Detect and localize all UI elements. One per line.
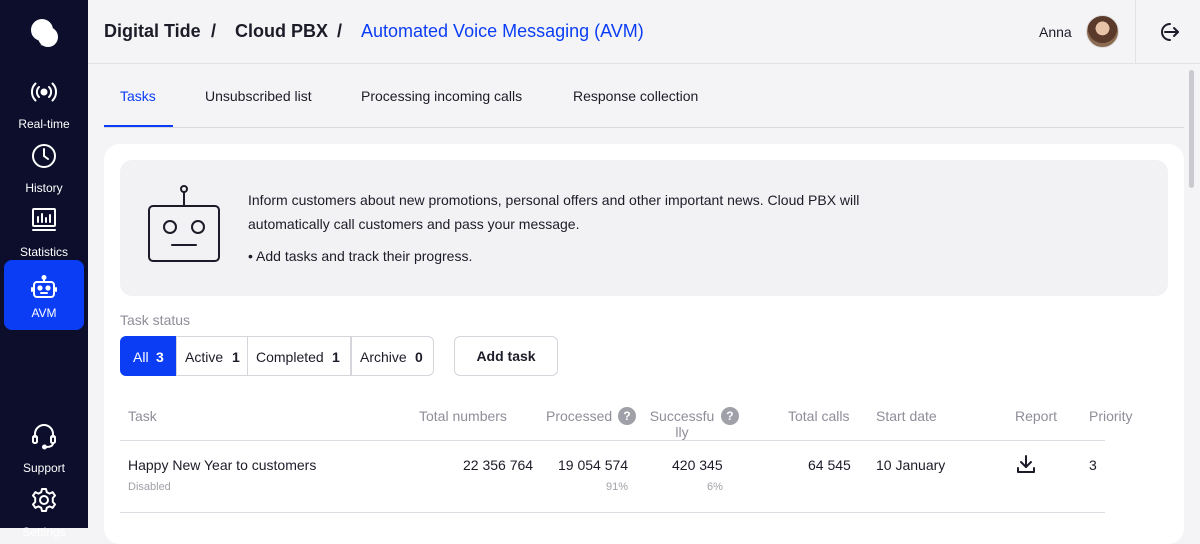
active-tab-indicator: [104, 125, 173, 127]
filter-label: Completed: [256, 349, 324, 365]
main-card: Inform customers about new promotions, p…: [104, 144, 1184, 544]
scrollbar[interactable]: [1189, 70, 1194, 188]
headset-icon: [32, 424, 56, 450]
filter-count: 1: [232, 349, 240, 365]
sidebar-item-label: History: [25, 181, 63, 195]
filter-count: 3: [156, 349, 164, 365]
divider: [120, 512, 1105, 513]
broadcast-icon: [31, 82, 57, 102]
filter-label: Archive: [360, 349, 407, 365]
top-bar: Digital Tide / Cloud PBX / Automated Voi…: [88, 0, 1200, 64]
info-description: Inform customers about new promotions, p…: [248, 192, 860, 232]
filter-count: 0: [415, 349, 423, 365]
filter-active[interactable]: Active 1: [176, 336, 248, 376]
logout-icon[interactable]: [1156, 20, 1180, 44]
filter-all[interactable]: All 3: [120, 336, 177, 376]
breadcrumb-product[interactable]: Cloud PBX: [235, 21, 328, 42]
divider: [120, 440, 1105, 441]
sidebar-item-label: AVM: [31, 306, 57, 320]
sidebar-item-label: Support: [22, 461, 66, 475]
sidebar-item-history[interactable]: History: [4, 136, 84, 200]
column-processed[interactable]: Processed ?: [546, 407, 637, 426]
task-status-label: Task status: [120, 312, 191, 328]
total-numbers-value: 22 356 764: [463, 457, 534, 473]
avatar[interactable]: [1086, 15, 1119, 48]
sidebar: Real-time History Statistics AVM Support…: [0, 0, 88, 539]
sidebar-item-statistics[interactable]: Statistics: [4, 200, 84, 264]
tab-unsubscribed-list[interactable]: Unsubscribed list: [205, 88, 312, 104]
column-label: Successfu lly: [649, 408, 715, 440]
column-successfully[interactable]: Successfu lly ?: [649, 407, 739, 440]
clock-icon: [32, 144, 56, 168]
column-report: Report: [1015, 408, 1058, 424]
total-calls-value: 64 545: [808, 457, 851, 473]
sidebar-item-label: Statistics: [19, 245, 68, 259]
priority-value: 3: [1089, 457, 1097, 473]
tab-processing-incoming-calls[interactable]: Processing incoming calls: [361, 88, 522, 104]
processed-percent: 91%: [606, 481, 629, 493]
filter-completed[interactable]: Completed 1: [247, 336, 351, 376]
breadcrumb-company[interactable]: Digital Tide: [104, 21, 201, 42]
task-name[interactable]: Happy New Year to customers: [128, 457, 316, 473]
column-start-date[interactable]: Start date: [876, 408, 937, 424]
logo-icon: [31, 19, 58, 47]
gear-icon: [32, 488, 56, 512]
divider: [1135, 0, 1136, 64]
successfully-percent: 6%: [707, 481, 723, 493]
download-icon[interactable]: [1015, 453, 1037, 475]
filter-label: All: [133, 349, 149, 365]
info-bullet: • Add tasks and track their progress.: [248, 248, 473, 264]
breadcrumb-separator: /: [337, 21, 343, 41]
start-date-value: 10 January: [876, 457, 946, 473]
sidebar-item-support[interactable]: Support: [4, 416, 84, 480]
user-name[interactable]: Anna: [1039, 24, 1072, 40]
sidebar-item-real-time[interactable]: Real-time: [4, 72, 84, 136]
add-task-button[interactable]: Add task: [454, 336, 558, 376]
robot-icon: [31, 275, 57, 298]
successfully-value: 420 345: [672, 457, 723, 473]
filter-label: Active: [185, 349, 224, 365]
tab-response-collection[interactable]: Response collection: [573, 88, 698, 104]
breadcrumb-separator: /: [211, 21, 217, 41]
bar-chart-icon: [32, 208, 56, 231]
sidebar-item-avm[interactable]: AVM: [4, 260, 84, 330]
tab-bar: Tasks Unsubscribed list Processing incom…: [104, 64, 1184, 128]
processed-value: 19 054 574: [558, 457, 629, 473]
task-status: Disabled: [128, 481, 171, 493]
column-priority[interactable]: Priority: [1089, 408, 1133, 424]
filter-count: 1: [332, 349, 340, 365]
breadcrumb-current-page[interactable]: Automated Voice Messaging (AVM): [361, 21, 644, 42]
column-label: Processed: [546, 408, 613, 424]
column-total-numbers[interactable]: Total numbers: [419, 408, 507, 424]
column-total-calls[interactable]: Total calls: [788, 408, 849, 424]
help-icon[interactable]: ?: [618, 407, 637, 426]
help-icon[interactable]: ?: [720, 407, 739, 425]
tab-tasks[interactable]: Tasks: [120, 88, 156, 104]
filter-archive[interactable]: Archive 0: [351, 336, 434, 376]
sidebar-item-label: Settings: [22, 525, 66, 539]
column-task[interactable]: Task: [128, 408, 157, 424]
sidebar-item-settings[interactable]: Settings: [4, 480, 84, 544]
sidebar-item-label: Real-time: [18, 117, 70, 131]
robot-icon: [148, 185, 220, 262]
info-banner: Inform customers about new promotions, p…: [120, 160, 1168, 296]
